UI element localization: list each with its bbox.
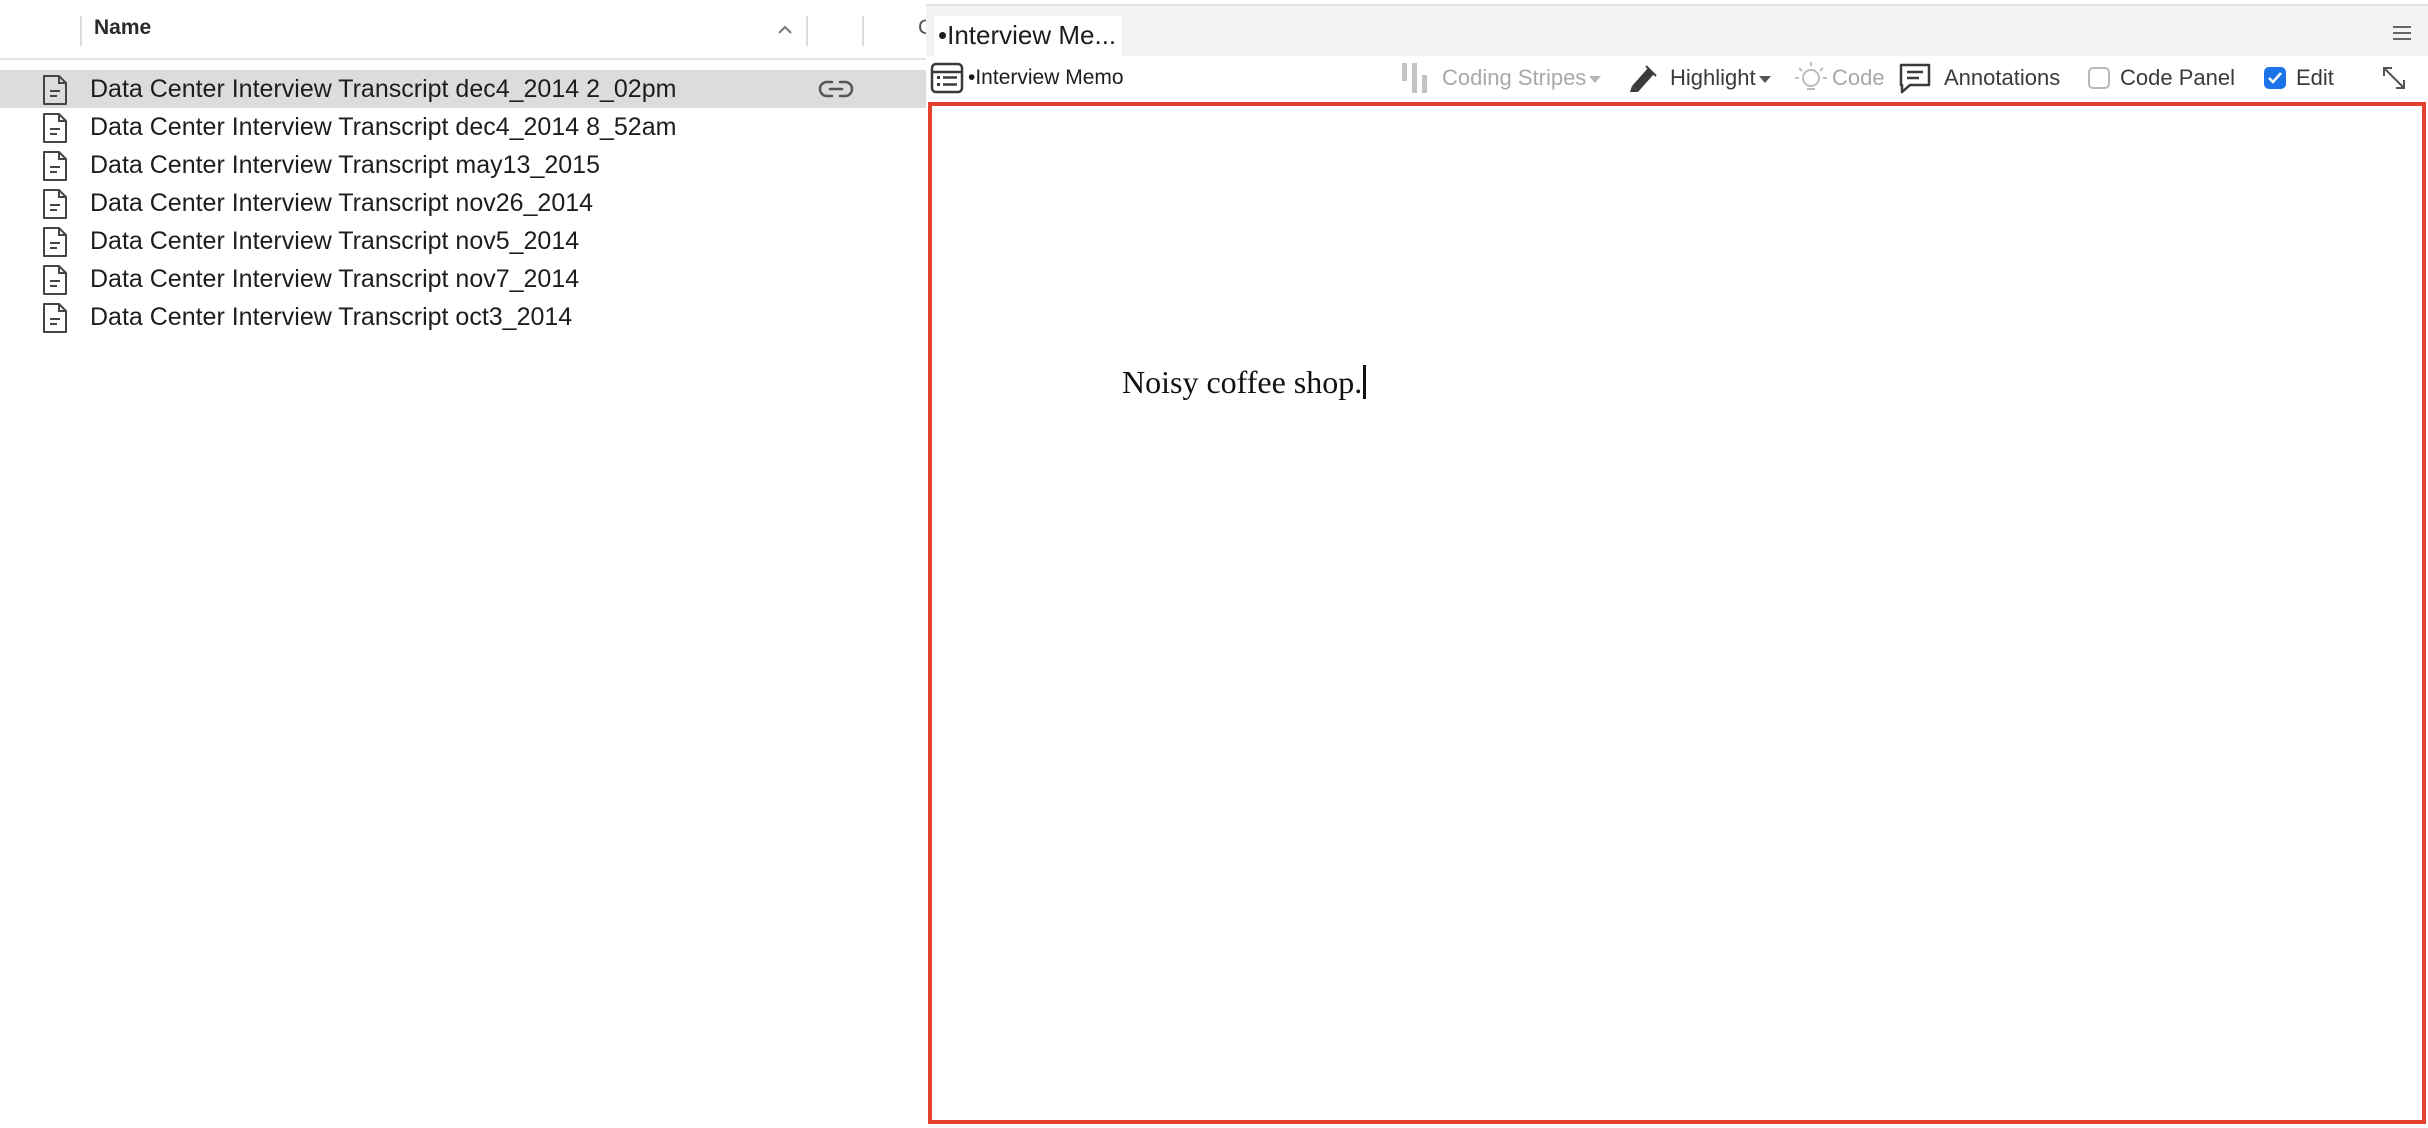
code-panel-checkbox[interactable]: [2088, 67, 2110, 89]
code-panel-label: Code Panel: [2120, 65, 2235, 90]
document-icon: [43, 113, 67, 143]
file-list-panel: Name C Data Center Interview Transcript …: [0, 0, 933, 1128]
document-name-label: •Interview Memo: [968, 66, 1124, 89]
column-divider[interactable]: [80, 16, 82, 46]
document-icon: [43, 151, 67, 181]
file-name: Data Center Interview Transcript nov7_20…: [90, 265, 580, 293]
code-button[interactable]: Code: [1794, 56, 1885, 100]
document-icon: [43, 189, 67, 219]
document-icon: [43, 227, 67, 257]
file-name: Data Center Interview Transcript oct3_20…: [90, 303, 573, 331]
tab-interview-memo[interactable]: •Interview Me...: [934, 16, 1123, 58]
sort-ascending-icon[interactable]: [775, 20, 795, 40]
column-divider[interactable]: [806, 16, 808, 46]
highlight-button[interactable]: Highlight: [1626, 56, 1771, 100]
memo-editor[interactable]: Noisy coffee shop.: [928, 102, 2426, 1124]
highlighter-icon: [1630, 65, 1657, 92]
column-divider[interactable]: [862, 16, 864, 46]
file-row[interactable]: Data Center Interview Transcript may13_2…: [0, 146, 926, 184]
expand-button[interactable]: [2380, 56, 2408, 100]
file-list-header: Name C: [0, 0, 933, 60]
comment-icon: [1899, 63, 1931, 94]
file-name: Data Center Interview Transcript nov5_20…: [90, 227, 580, 255]
code-panel-toggle[interactable]: Code Panel: [2088, 56, 2235, 100]
chevron-down-icon: [1589, 75, 1602, 83]
coding-stripes-button[interactable]: Coding Stripes: [1398, 56, 1602, 100]
coding-stripes-icon: [1402, 63, 1427, 93]
edit-checkbox[interactable]: [2264, 67, 2286, 89]
memo-text: Noisy coffee shop.: [1122, 364, 1363, 400]
highlight-label: Highlight: [1670, 65, 1756, 90]
file-name: Data Center Interview Transcript dec4_20…: [90, 113, 677, 141]
chevron-down-icon: [1758, 75, 1771, 83]
annotations-label: Annotations: [1944, 65, 2061, 90]
file-row[interactable]: Data Center Interview Transcript dec4_20…: [0, 70, 926, 108]
file-row[interactable]: Data Center Interview Transcript nov26_2…: [0, 184, 926, 222]
file-name: Data Center Interview Transcript may13_2…: [90, 151, 600, 179]
memo-toolbar: •Interview Memo Coding Stripes Highlight: [926, 56, 2428, 100]
lightbulb-icon: [1795, 62, 1827, 90]
expand-icon: [2383, 67, 2405, 89]
text-cursor: [1363, 365, 1367, 399]
coding-stripes-label: Coding Stripes: [1442, 65, 1587, 90]
memo-body[interactable]: Noisy coffee shop.: [1122, 364, 1367, 401]
document-outline-button[interactable]: [930, 56, 964, 100]
file-row[interactable]: Data Center Interview Transcript nov5_20…: [0, 222, 926, 260]
link-icon[interactable]: [818, 78, 854, 100]
document-outline-icon: [930, 62, 964, 94]
hamburger-menu-icon[interactable]: [2392, 24, 2412, 42]
memo-panel: •Interview Me... •Interview Memo Coding …: [926, 0, 2428, 1128]
file-row[interactable]: Data Center Interview Transcript nov7_20…: [0, 260, 926, 298]
document-icon: [43, 75, 67, 105]
file-name: Data Center Interview Transcript dec4_20…: [90, 75, 677, 103]
annotations-button[interactable]: Annotations: [1898, 56, 2060, 100]
document-icon: [43, 303, 67, 333]
file-name: Data Center Interview Transcript nov26_2…: [90, 189, 594, 217]
edit-toggle[interactable]: Edit: [2264, 56, 2334, 100]
checkmark-icon: [2268, 72, 2282, 84]
document-name: •Interview Memo: [968, 56, 1124, 100]
file-row[interactable]: Data Center Interview Transcript oct3_20…: [0, 298, 926, 336]
edit-label: Edit: [2296, 65, 2334, 90]
tab-strip: •Interview Me...: [926, 4, 2428, 58]
document-icon: [43, 265, 67, 295]
file-row[interactable]: Data Center Interview Transcript dec4_20…: [0, 108, 926, 146]
name-column-header[interactable]: Name: [94, 16, 151, 40]
code-label: Code: [1832, 65, 1885, 90]
